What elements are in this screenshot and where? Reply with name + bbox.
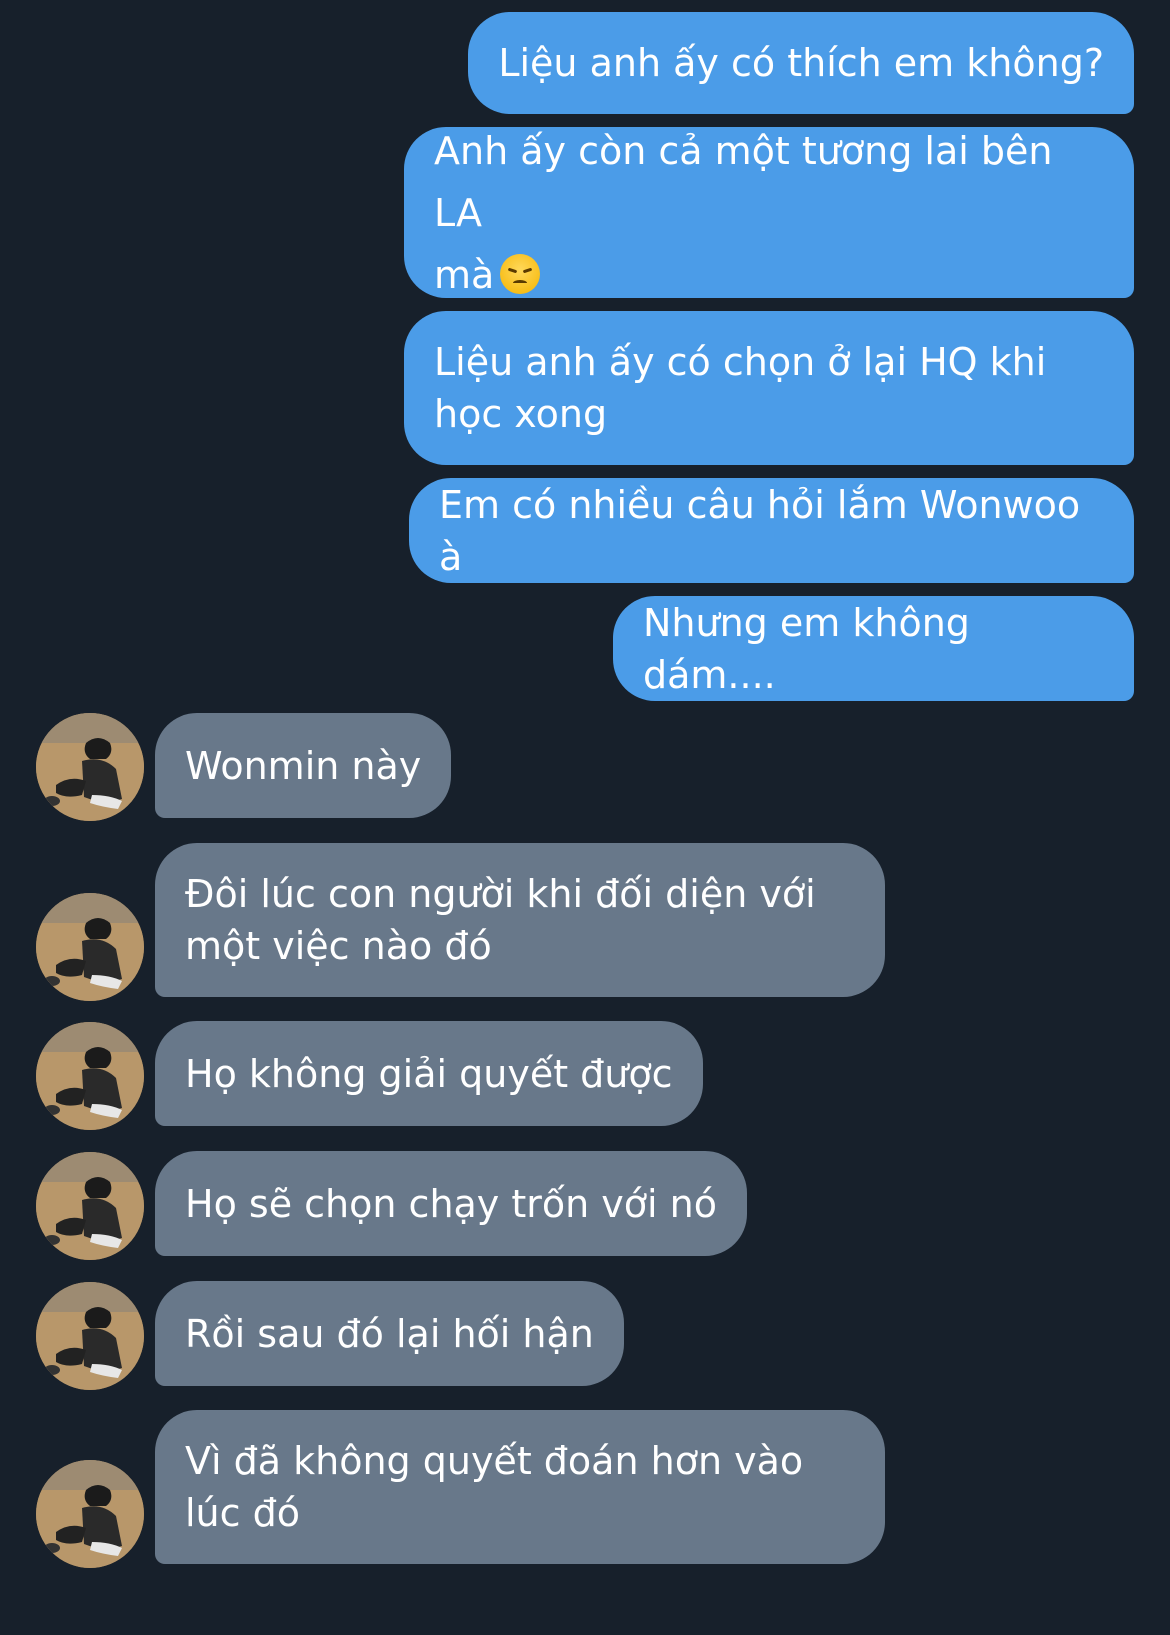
user-photo-icon bbox=[36, 713, 144, 821]
user-avatar[interactable] bbox=[36, 1282, 144, 1390]
message-text: Nhưng em không dám.... bbox=[643, 600, 982, 697]
message-text: Vì đã không quyết đoán hơn vào lúc đó bbox=[185, 1439, 804, 1535]
incoming-message[interactable]: Wonmin này bbox=[155, 713, 452, 818]
user-photo-icon bbox=[36, 1282, 144, 1390]
outgoing-message[interactable]: Nhưng em không dám.... bbox=[613, 596, 1134, 701]
user-avatar[interactable] bbox=[36, 1022, 144, 1130]
message-text: Wonmin này bbox=[185, 743, 422, 788]
message-text: Em có nhiều câu hỏi lắm Wonwoo à bbox=[439, 482, 1093, 579]
incoming-message[interactable]: Họ không giải quyết được bbox=[155, 1021, 703, 1126]
user-photo-icon bbox=[36, 1152, 144, 1260]
user-avatar[interactable] bbox=[36, 713, 144, 821]
message-text: Anh ấy còn cả một tương lai bên LA mà bbox=[434, 128, 1053, 297]
outgoing-message[interactable]: Anh ấy còn cả một tương lai bên LA mà bbox=[404, 127, 1134, 298]
user-photo-icon bbox=[36, 1022, 144, 1130]
incoming-message[interactable]: Rồi sau đó lại hối hận bbox=[155, 1281, 624, 1386]
message-text: Rồi sau đó lại hối hận bbox=[185, 1311, 594, 1356]
user-avatar[interactable] bbox=[36, 1460, 144, 1568]
incoming-message[interactable]: Vì đã không quyết đoán hơn vào lúc đó bbox=[155, 1410, 885, 1564]
outgoing-message[interactable]: Em có nhiều câu hỏi lắm Wonwoo à bbox=[409, 478, 1134, 583]
disappointed-face-icon bbox=[500, 254, 541, 294]
outgoing-message[interactable]: Liệu anh ấy có chọn ở lại HQ khi học xon… bbox=[404, 311, 1134, 465]
message-text: Liệu anh ấy có thích em không? bbox=[498, 41, 1104, 85]
message-text: Họ không giải quyết được bbox=[185, 1051, 673, 1096]
message-text: Đôi lúc con người khi đối diện với một v… bbox=[185, 872, 816, 968]
user-avatar[interactable] bbox=[36, 893, 144, 1001]
message-text: Họ sẽ chọn chạy trốn với nó bbox=[185, 1181, 718, 1226]
user-photo-icon bbox=[36, 893, 144, 1001]
user-photo-icon bbox=[36, 1460, 144, 1568]
chat-thread: Liệu anh ấy có thích em không? Anh ấy cò… bbox=[0, 0, 1170, 1635]
user-avatar[interactable] bbox=[36, 1152, 144, 1260]
incoming-message[interactable]: Đôi lúc con người khi đối diện với một v… bbox=[155, 843, 885, 997]
outgoing-message[interactable]: Liệu anh ấy có thích em không? bbox=[468, 12, 1134, 114]
incoming-message[interactable]: Họ sẽ chọn chạy trốn với nó bbox=[155, 1151, 748, 1256]
message-text: Liệu anh ấy có chọn ở lại HQ khi học xon… bbox=[434, 340, 1047, 436]
